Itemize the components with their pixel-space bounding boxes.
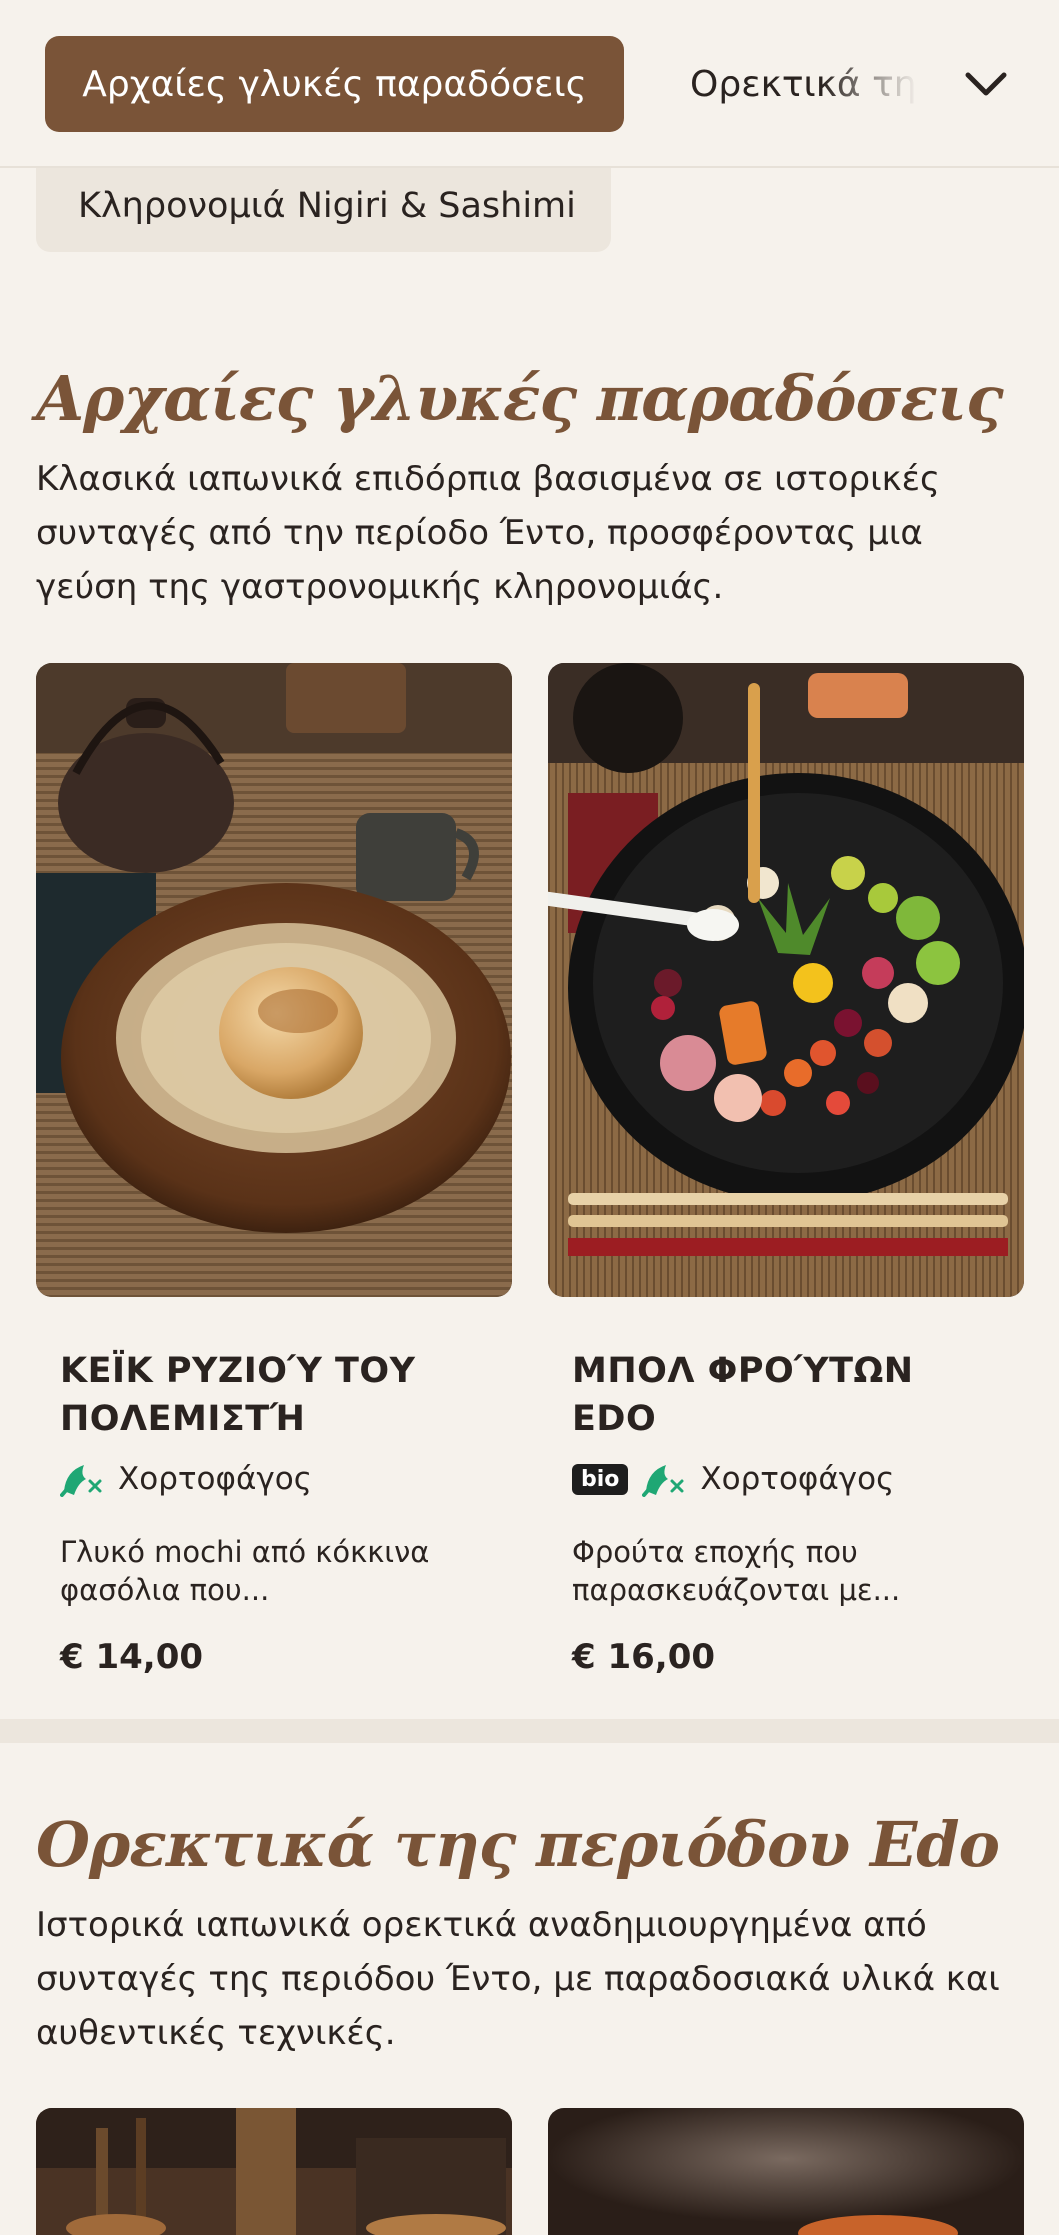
menu-item-price: € 16,00 (572, 1637, 716, 1677)
category-tab-active[interactable]: Αρχαίες γλυκές παραδόσεις (45, 36, 624, 132)
mochi-dessert-photo (36, 663, 512, 1297)
menu-item-price: € 14,00 (60, 1637, 204, 1677)
menu-item-card[interactable]: Κεϊκ ρυζιού του πολεμιστή Χορτοφάγος Γλυ… (36, 663, 512, 1677)
vegetarian-label: Χορτοφάγος (118, 1461, 312, 1497)
vegetarian-icon (642, 1461, 686, 1497)
vegetarian-label: Χορτοφάγος (700, 1461, 895, 1497)
menu-item-description: Φρούτα εποχής που παρασκευάζονται με... (572, 1535, 901, 1607)
menu-item-name: Κεϊκ ρυζιού του πολεμιστή (60, 1351, 416, 1439)
section-description: Κλασικά ιαπωνικά επιδόρπια βασισμένα σε … (36, 459, 940, 607)
menu-item-description: Γλυκό mochi από κόκκινα φασόλια που... (60, 1535, 430, 1607)
category-tab-nigiri[interactable]: Κληρονομιά Nigiri & Sashimi (36, 160, 611, 252)
appetizer-photo (36, 2108, 512, 2235)
category-tab-next[interactable]: Ορεκτικά της περιόδου Edo (690, 36, 930, 132)
menu-item-card[interactable] (36, 2108, 512, 2235)
vegetarian-icon (60, 1461, 104, 1497)
diet-tags: Χορτοφάγος (60, 1461, 512, 1497)
chevron-down-icon[interactable] (960, 58, 1012, 110)
section-description: Ιστορικά ιαπωνικά ορεκτικά αναδημιουργημ… (36, 1905, 1000, 2053)
section-title: Ορεκτικά της περιόδου Edo (36, 1808, 1000, 1881)
category-nav-bar: Αρχαίες γλυκές παραδόσεις Ορεκτικά της π… (0, 0, 1059, 168)
appetizer-photo (548, 2108, 1024, 2235)
section-title: Αρχαίες γλυκές παραδόσεις (36, 362, 1004, 435)
section-divider (0, 1719, 1059, 1743)
menu-item-card[interactable]: Μπολ φρούτων Edo bio Χορτοφάγος Φρούτα ε… (548, 663, 1024, 1677)
fruit-bowl-photo (548, 663, 1024, 1297)
bio-badge: bio (572, 1463, 629, 1495)
diet-tags: bio Χορτοφάγος (572, 1461, 1024, 1497)
menu-item-name: Μπολ φρούτων Edo (572, 1351, 914, 1439)
menu-item-card[interactable] (548, 2108, 1024, 2235)
